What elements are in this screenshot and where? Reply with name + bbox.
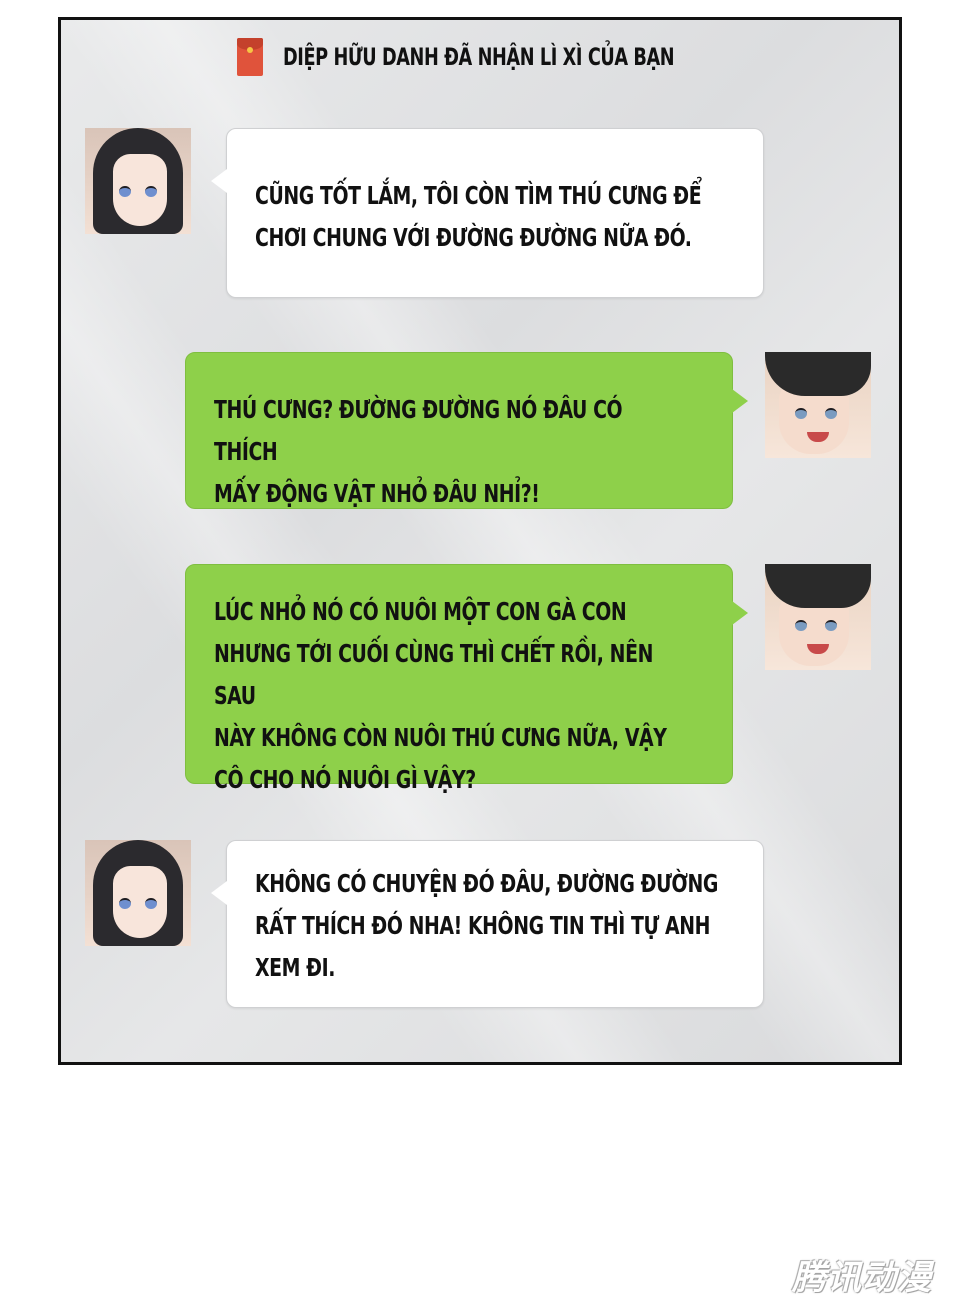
message-bubble[interactable]: CŨNG TỐT LẮM, TÔI CÒN TÌM THÚ CƯNG ĐỂ CH… xyxy=(211,128,764,298)
girl-avatar[interactable] xyxy=(85,128,191,234)
message-line: CŨNG TỐT LẮM, TÔI CÒN TÌM THÚ CƯNG ĐỂ xyxy=(255,181,702,210)
message-bubble[interactable]: KHÔNG CÓ CHUYỆN ĐÓ ĐÂU, ĐƯỜNG ĐƯỜNG RẤT … xyxy=(211,840,764,1008)
message-line: MẤY ĐỘNG VẬT NHỎ ĐÂU NHỈ?! xyxy=(214,479,540,508)
message-line: CHƠI CHUNG VỚI ĐƯỜNG ĐƯỜNG NỮA ĐÓ. xyxy=(255,223,692,252)
message-line: LÚC NHỎ NÓ CÓ NUÔI MỘT CON GÀ CON xyxy=(214,597,627,626)
message-bubble[interactable]: LÚC NHỎ NÓ CÓ NUÔI MỘT CON GÀ CON NHƯNG … xyxy=(185,564,748,794)
watermark-logo: 腾讯动漫 xyxy=(792,1258,932,1298)
message-bubble[interactable]: THÚ CƯNG? ĐƯỜNG ĐƯỜNG NÓ ĐÂU CÓ THÍCH MẤ… xyxy=(185,352,748,509)
boy-avatar[interactable] xyxy=(765,352,871,458)
message-line: KHÔNG CÓ CHUYỆN ĐÓ ĐÂU, ĐƯỜNG ĐƯỜNG xyxy=(255,869,718,898)
message-line: XEM ĐI. xyxy=(255,953,335,982)
notice-text: DIỆP HỮU DANH ĐÃ NHẬN LÌ XÌ CỦA BẠN xyxy=(283,43,675,71)
message-line: THÚ CƯNG? ĐƯỜNG ĐƯỜNG NÓ ĐÂU CÓ THÍCH xyxy=(214,395,623,466)
message-line: CÔ CHO NÓ NUÔI GÌ VẬY? xyxy=(214,765,476,794)
girl-avatar[interactable] xyxy=(85,840,191,946)
red-envelope-icon xyxy=(237,38,263,76)
boy-avatar[interactable] xyxy=(765,564,871,670)
message-line: NÀY KHÔNG CÒN NUÔI THÚ CƯNG NỮA, VẬY xyxy=(214,723,667,752)
message-line: RẤT THÍCH ĐÓ NHA! KHÔNG TIN THÌ TỰ ANH xyxy=(255,911,711,940)
red-envelope-notice: DIỆP HỮU DANH ĐÃ NHẬN LÌ XÌ CỦA BẠN xyxy=(237,38,760,76)
message-line: NHƯNG TỚI CUỐI CÙNG THÌ CHẾT RỒI, NÊN SA… xyxy=(214,639,653,710)
